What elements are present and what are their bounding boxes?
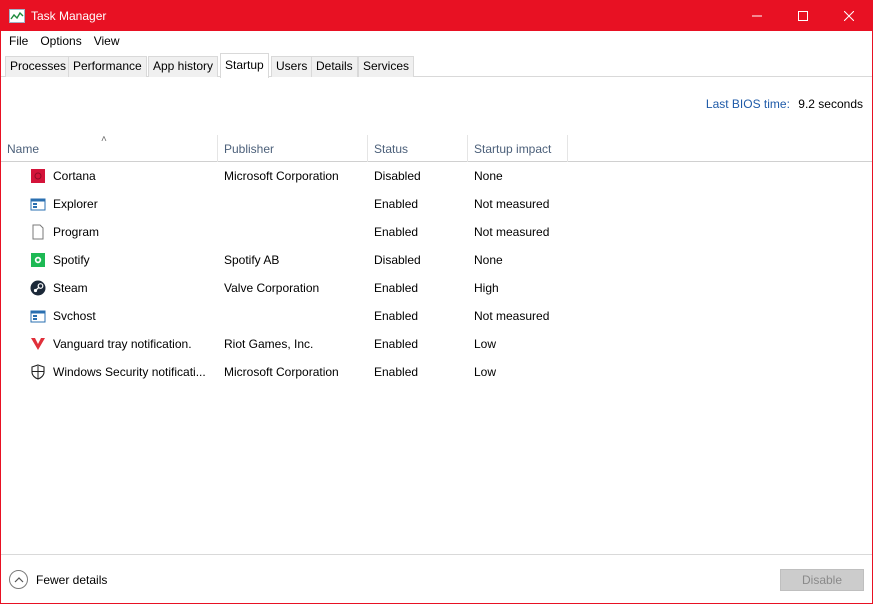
row-status: Disabled: [374, 169, 421, 183]
row-name: Program: [53, 225, 100, 239]
column-header-status[interactable]: Status: [368, 135, 468, 162]
disable-button[interactable]: Disable: [780, 569, 864, 591]
cortana-icon: [31, 169, 45, 183]
title-bar[interactable]: Task Manager: [1, 1, 872, 31]
row-publisher: Riot Games, Inc.: [224, 337, 314, 351]
tab-processes[interactable]: Processes: [5, 56, 72, 77]
window-app-icon: [30, 198, 46, 211]
column-header-publisher-label: Publisher: [224, 142, 275, 156]
row-impact: Low: [474, 337, 497, 351]
minimize-button[interactable]: [734, 1, 780, 31]
vanguard-icon: [31, 338, 45, 350]
tab-app-history[interactable]: App history: [148, 56, 219, 77]
bios-time-value: 9.2 seconds: [798, 97, 863, 111]
chevron-up-icon: [9, 570, 28, 589]
row-status: Enabled: [374, 281, 419, 295]
task-manager-icon: [9, 9, 25, 23]
row-impact: Not measured: [474, 309, 550, 323]
fewer-details-label: Fewer details: [36, 572, 108, 587]
startup-table: Cortana Microsoft Corporation Disabled N…: [1, 162, 872, 386]
row-publisher: Microsoft Corporation: [224, 365, 339, 379]
tab-performance[interactable]: Performance: [68, 56, 147, 77]
table-header: ˄ Name Publisher Status Startup impact: [1, 134, 872, 162]
row-impact: Not measured: [474, 225, 550, 239]
row-impact: Not measured: [474, 197, 550, 211]
maximize-icon: [798, 11, 808, 21]
column-header-name-label: Name: [7, 142, 40, 156]
close-icon: [844, 11, 854, 21]
tab-details[interactable]: Details: [311, 56, 358, 77]
tab-services[interactable]: Services: [358, 56, 415, 77]
row-status: Enabled: [374, 365, 419, 379]
column-header-name[interactable]: ˄ Name: [1, 134, 218, 162]
sort-ascending-icon: ˄: [101, 134, 107, 145]
bios-time-label: Last BIOS time:: [705, 97, 790, 111]
maximize-button[interactable]: [780, 1, 826, 31]
tab-users[interactable]: Users: [271, 56, 313, 77]
steam-icon: [30, 280, 46, 296]
table-row[interactable]: Cortana Microsoft Corporation Disabled N…: [1, 162, 872, 190]
table-row[interactable]: Program Enabled Not measured: [1, 218, 872, 246]
row-status: Enabled: [374, 197, 419, 211]
tab-startup[interactable]: Startup: [220, 53, 269, 78]
row-impact: None: [474, 169, 503, 183]
footer-bar: Fewer details Disable: [1, 554, 872, 604]
tab-bar: Processes Performance App history Startu…: [1, 53, 872, 78]
row-impact: Low: [474, 365, 497, 379]
blank-file-icon: [32, 224, 44, 240]
spotify-icon: [31, 253, 45, 267]
table-row[interactable]: Spotify Spotify AB Disabled None: [1, 246, 872, 274]
close-button[interactable]: [826, 1, 872, 31]
table-row[interactable]: Explorer Enabled Not measured: [1, 190, 872, 218]
fewer-details-link[interactable]: Fewer details: [9, 570, 107, 589]
column-header-impact-label: Startup impact: [474, 142, 552, 156]
task-manager-window: Task Manager File Options View Processes…: [0, 0, 873, 604]
row-status: Disabled: [374, 253, 421, 267]
row-publisher: Valve Corporation: [224, 281, 320, 295]
row-name: Svchost: [53, 309, 96, 323]
table-row[interactable]: Steam Valve Corporation Enabled High: [1, 274, 872, 302]
column-header-publisher[interactable]: Publisher: [218, 135, 368, 162]
window-title: Task Manager: [31, 9, 107, 23]
row-impact: None: [474, 253, 503, 267]
row-status: Enabled: [374, 309, 419, 323]
row-name: Windows Security notificati...: [53, 365, 206, 379]
row-name: Vanguard tray notification.: [53, 337, 192, 351]
table-row[interactable]: Svchost Enabled Not measured: [1, 302, 872, 330]
row-name: Explorer: [53, 197, 98, 211]
menu-view[interactable]: View: [88, 31, 126, 51]
row-status: Enabled: [374, 337, 419, 351]
row-impact: High: [474, 281, 499, 295]
row-publisher: Microsoft Corporation: [224, 169, 339, 183]
table-row[interactable]: Windows Security notificati... Microsoft…: [1, 358, 872, 386]
row-name: Steam: [53, 281, 88, 295]
column-header-startup-impact[interactable]: Startup impact: [468, 135, 568, 162]
row-status: Enabled: [374, 225, 419, 239]
column-header-status-label: Status: [374, 142, 409, 156]
bios-time: Last BIOS time: 9.2 seconds: [706, 97, 863, 111]
menu-bar: File Options View: [1, 31, 872, 51]
shield-icon: [31, 364, 45, 380]
window-app-icon: [30, 310, 46, 323]
table-row[interactable]: Vanguard tray notification. Riot Games, …: [1, 330, 872, 358]
row-name: Spotify: [53, 253, 90, 267]
menu-options[interactable]: Options: [34, 31, 87, 51]
row-publisher: Spotify AB: [224, 253, 280, 267]
row-name: Cortana: [53, 169, 96, 183]
minimize-icon: [752, 15, 762, 17]
menu-file[interactable]: File: [3, 31, 34, 51]
